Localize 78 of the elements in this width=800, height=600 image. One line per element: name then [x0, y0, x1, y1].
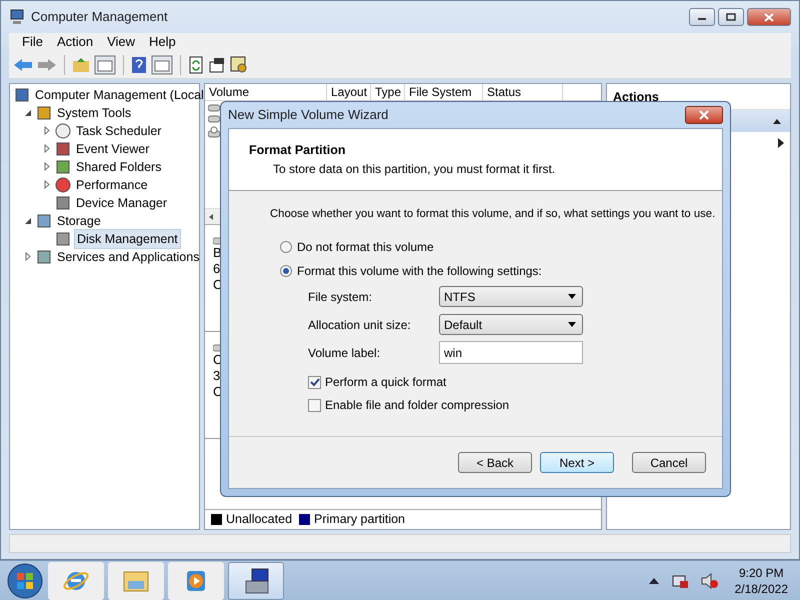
wizard-button[interactable]: < Back: [458, 452, 532, 473]
arrow-icon[interactable]: [778, 138, 784, 148]
tree-item[interactable]: Device Manager: [74, 194, 170, 212]
refresh-icon[interactable]: [188, 56, 204, 74]
checkbox[interactable]: [308, 376, 321, 389]
dropdown[interactable]: NTFS: [439, 286, 583, 308]
field-label: Allocation unit size:: [308, 316, 412, 334]
properties-icon[interactable]: [208, 56, 226, 74]
wizard-button[interactable]: Next >: [540, 452, 614, 473]
minimize-button[interactable]: [689, 8, 715, 26]
caret-icon: [568, 322, 576, 328]
tree-item[interactable]: Services and Applications: [55, 248, 202, 266]
option-label: Do not format this volume: [297, 238, 434, 256]
close-icon: [764, 12, 774, 22]
collapse-icon: [772, 116, 782, 125]
text-field[interactable]: win: [439, 341, 583, 364]
column-header[interactable]: Type: [371, 84, 405, 100]
drive-icon: [208, 104, 220, 112]
speaker-icon[interactable]: [700, 572, 719, 588]
expand-arrow-icon[interactable]: [42, 125, 52, 137]
disk-info-text: 6: [213, 261, 222, 277]
page-description: To store data on this partition, you must format it first.: [272, 160, 556, 178]
menu-item[interactable]: File: [15, 33, 50, 51]
tree-item[interactable]: Disk Management: [74, 228, 181, 250]
column-header[interactable]: File System: [405, 84, 483, 100]
column-header[interactable]: Status: [483, 84, 563, 100]
tree-item[interactable]: Performance: [74, 176, 150, 194]
column-header[interactable]: Layout: [327, 84, 371, 100]
network-icon[interactable]: [670, 572, 689, 588]
checkbox-label: Perform a quick format: [325, 374, 446, 392]
folder-up-icon[interactable]: [72, 56, 90, 72]
expand-arrow-icon[interactable]: [23, 251, 33, 263]
expand-arrow-icon[interactable]: [42, 143, 52, 155]
close-icon: [698, 110, 710, 120]
help-icon[interactable]: [131, 56, 147, 74]
maximize-button[interactable]: [718, 8, 744, 26]
option-label: Format this volume with the following settings:: [297, 262, 542, 280]
disk-info-text: 3: [213, 368, 222, 384]
settings-icon[interactable]: [230, 56, 248, 74]
console-tree-icon[interactable]: [94, 54, 116, 74]
clock-date: 2/18/2022: [734, 580, 788, 596]
start-button[interactable]: [6, 562, 44, 600]
taskbar-button[interactable]: [228, 562, 284, 600]
window-title: Computer Management: [31, 8, 168, 26]
tree-item[interactable]: Storage: [55, 212, 103, 230]
expand-arrow-icon[interactable]: [42, 161, 52, 173]
legend-label: Unallocated: [226, 511, 292, 528]
dialog-title: New Simple Volume Wizard: [228, 106, 388, 124]
instruction-text: Choose whether you want to format this volume, and if so, what settings you want to use.: [270, 207, 716, 222]
back-icon[interactable]: [13, 56, 33, 72]
clock-time: 9:20 PM: [738, 564, 785, 580]
menu-item[interactable]: View: [100, 33, 142, 51]
expand-arrow-icon[interactable]: [42, 179, 52, 191]
checkbox-label: Enable file and folder compression: [325, 397, 510, 414]
menu-item[interactable]: Action: [50, 33, 100, 51]
action-pane-icon[interactable]: [151, 54, 173, 74]
menu-item[interactable]: Help: [142, 33, 183, 51]
caret-icon: [568, 294, 576, 300]
close-button[interactable]: [747, 8, 791, 26]
show-hidden-icons-icon[interactable]: [648, 578, 659, 584]
field-label: File system:: [308, 288, 374, 306]
close-button[interactable]: [685, 106, 723, 124]
dropdown[interactable]: Default: [439, 314, 583, 336]
drive-icon: [208, 115, 220, 123]
radio-button[interactable]: [280, 240, 292, 253]
legend-label: Primary partition: [314, 511, 406, 528]
page-heading: Format Partition: [249, 142, 347, 159]
tree-item[interactable]: Task Scheduler: [74, 122, 164, 140]
field-label: Volume label:: [308, 344, 382, 362]
tree-item[interactable]: Event Viewer: [74, 140, 152, 158]
checkbox[interactable]: [308, 398, 321, 412]
wizard-button[interactable]: Cancel: [632, 452, 706, 473]
tree-item[interactable]: Computer Management (Local: [33, 86, 206, 104]
tree-item[interactable]: System Tools: [55, 104, 134, 122]
column-header[interactable]: Volume: [205, 84, 327, 100]
tree-item[interactable]: Shared Folders: [74, 158, 164, 176]
radio-button[interactable]: [280, 264, 292, 277]
maximize-icon: [726, 13, 736, 21]
